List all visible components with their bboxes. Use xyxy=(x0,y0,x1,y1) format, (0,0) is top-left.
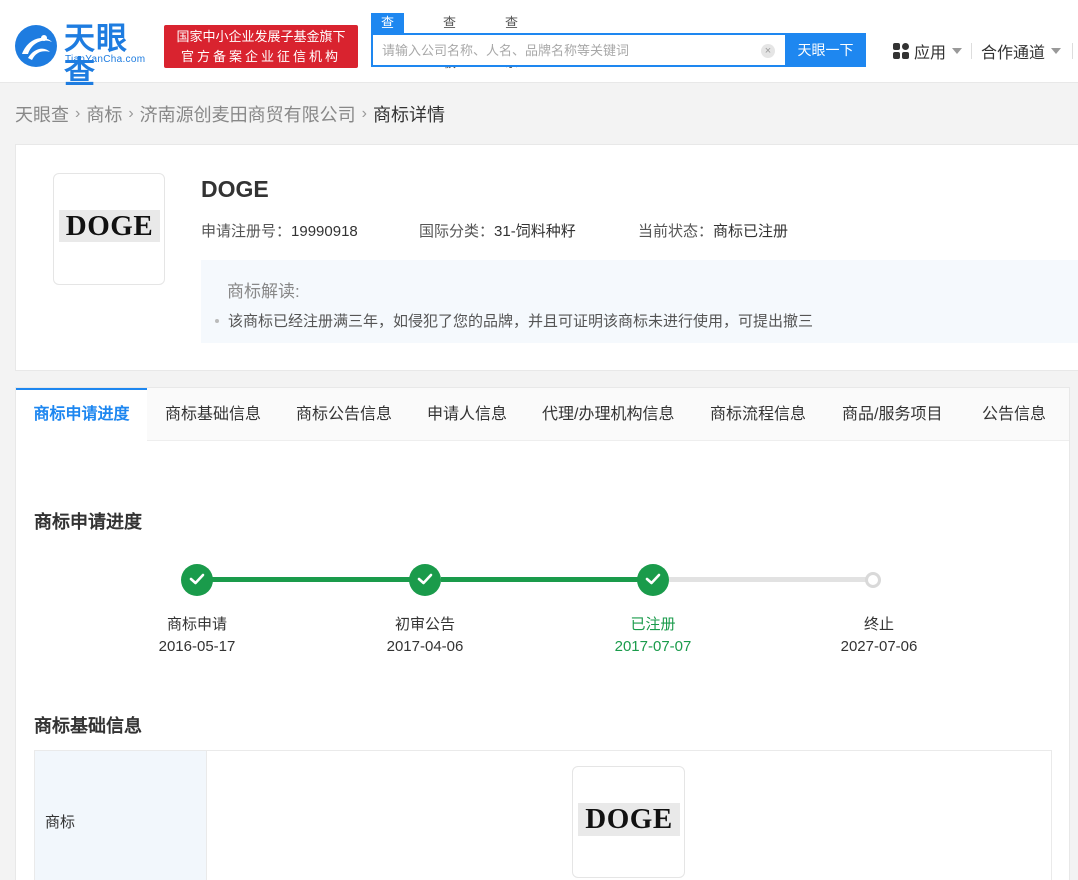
step-label: 已注册 xyxy=(583,613,723,634)
progress-timeline: 商标申请 2016-05-17 初审公告 2017-04-06 已注册 2017… xyxy=(16,561,1069,671)
tab-notice[interactable]: 公告信息 xyxy=(982,388,1046,441)
status-label: 当前状态： xyxy=(638,223,713,240)
logo-text-en: TianYanCha.com xyxy=(65,54,145,65)
breadcrumb-current: 商标详情 xyxy=(373,101,445,127)
chevron-right-icon: › xyxy=(128,105,133,123)
progress-line-pending xyxy=(669,577,869,582)
breadcrumb-company[interactable]: 济南源创麦田商贸有限公司 xyxy=(140,101,356,127)
clear-icon[interactable]: × xyxy=(761,44,775,58)
search-button[interactable]: 天眼一下 xyxy=(785,33,866,67)
search-input[interactable] xyxy=(373,35,743,65)
apps-label: 应用 xyxy=(914,39,946,63)
intl-class: 国际分类：31-饲料种籽 xyxy=(419,220,576,241)
step-date: 2017-07-07 xyxy=(583,638,723,655)
top-header: 天眼查 TianYanCha.com 国家中小企业发展子基金旗下 官方备案企业征… xyxy=(0,0,1078,83)
trademark-logo-image: DOGE xyxy=(59,210,160,242)
search-box: × xyxy=(371,33,785,67)
step-label: 终止 xyxy=(809,613,949,634)
tab-applicant[interactable]: 申请人信息 xyxy=(427,388,507,441)
explain-title: 商标解读: xyxy=(227,277,300,302)
reg-no-label: 申请注册号： xyxy=(201,223,291,240)
basic-info-title: 商标基础信息 xyxy=(34,712,142,738)
trademark-explain: 商标解读: 该商标已经注册满三年，如侵犯了您的品牌，并且可证明该商标未进行使用，… xyxy=(201,260,1078,343)
header-divider xyxy=(1072,43,1073,59)
progress-line-done xyxy=(441,577,655,582)
trademark-name: DOGE xyxy=(201,176,269,203)
trademark-summary-card: DOGE DOGE 申请注册号：19990918 国际分类：31-饲料种籽 当前… xyxy=(15,144,1078,371)
coop-label: 合作通道 xyxy=(981,39,1045,63)
trademark-detail-card: 商标申请进度 商标基础信息 商标公告信息 申请人信息 代理/办理机构信息 商标流… xyxy=(15,387,1070,880)
badge-line-2: 官方备案企业征信机构 xyxy=(164,47,358,67)
step-check-icon xyxy=(409,564,441,596)
chevron-down-icon xyxy=(952,48,962,54)
trademark-logo[interactable]: DOGE xyxy=(572,766,685,878)
intl-class-label: 国际分类： xyxy=(419,223,494,240)
breadcrumb-home[interactable]: 天眼查 xyxy=(15,101,69,127)
apps-grid-icon xyxy=(893,43,909,59)
progress-title: 商标申请进度 xyxy=(34,508,142,534)
bullet-icon xyxy=(215,319,219,323)
explain-item: 该商标已经注册满三年，如侵犯了您的品牌，并且可证明该商标未进行使用，可提出撤三 xyxy=(215,310,813,331)
step-label: 商标申请 xyxy=(127,613,267,634)
tab-flow[interactable]: 商标流程信息 xyxy=(710,388,806,441)
step-date: 2017-04-06 xyxy=(355,638,495,655)
explain-text: 该商标已经注册满三年，如侵犯了您的品牌，并且可证明该商标未进行使用，可提出撤三 xyxy=(228,310,813,331)
trademark-logo-image: DOGE xyxy=(578,803,680,836)
coop-menu[interactable]: 合作通道 xyxy=(981,40,1061,62)
badge-line-1: 国家中小企业发展子基金旗下 xyxy=(164,27,358,47)
trademark-logo[interactable]: DOGE xyxy=(53,173,165,285)
tab-announcement[interactable]: 商标公告信息 xyxy=(296,388,392,441)
tianyancha-logo-icon xyxy=(14,24,58,68)
step-date: 2016-05-17 xyxy=(127,638,267,655)
step-check-icon xyxy=(181,564,213,596)
chevron-right-icon: › xyxy=(362,105,367,123)
tab-progress[interactable]: 商标申请进度 xyxy=(16,388,147,441)
step-label: 初审公告 xyxy=(355,613,495,634)
search-tab-boss[interactable]: 查老板 xyxy=(443,13,456,33)
step-check-icon xyxy=(637,564,669,596)
header-divider xyxy=(971,43,972,59)
apps-menu[interactable]: 应用 xyxy=(893,40,962,62)
breadcrumb-trademark[interactable]: 商标 xyxy=(86,101,122,127)
tab-goods-services[interactable]: 商品/服务项目 xyxy=(842,388,942,441)
search-tab-company[interactable]: 查公司 xyxy=(371,13,404,33)
current-status: 当前状态：商标已注册 xyxy=(638,220,788,241)
reg-no-value: 19990918 xyxy=(291,223,358,240)
basic-info-table: 商标 DOGE xyxy=(34,750,1052,880)
tab-agency[interactable]: 代理/办理机构信息 xyxy=(542,388,674,441)
step-date: 2027-07-06 xyxy=(809,638,949,655)
gov-badge: 国家中小企业发展子基金旗下 官方备案企业征信机构 xyxy=(164,25,358,68)
detail-tabs: 商标申请进度 商标基础信息 商标公告信息 申请人信息 代理/办理机构信息 商标流… xyxy=(16,388,1069,441)
chevron-down-icon xyxy=(1051,48,1061,54)
tianyancha-logo[interactable]: 天眼查 TianYanCha.com xyxy=(14,22,159,70)
reg-no: 申请注册号：19990918 xyxy=(201,220,358,241)
search-tab-relation[interactable]: 查关系 xyxy=(505,13,518,33)
intl-class-value: 31-饲料种籽 xyxy=(494,223,576,240)
chevron-right-icon: › xyxy=(75,105,80,123)
table-header-cell: 商标 xyxy=(35,751,207,880)
breadcrumb: 天眼查 › 商标 › 济南源创麦田商贸有限公司 › 商标详情 xyxy=(15,101,445,127)
step-pending-icon xyxy=(865,572,881,588)
tab-basic-info[interactable]: 商标基础信息 xyxy=(165,388,261,441)
status-value: 商标已注册 xyxy=(713,223,788,240)
progress-line-done xyxy=(212,577,426,582)
